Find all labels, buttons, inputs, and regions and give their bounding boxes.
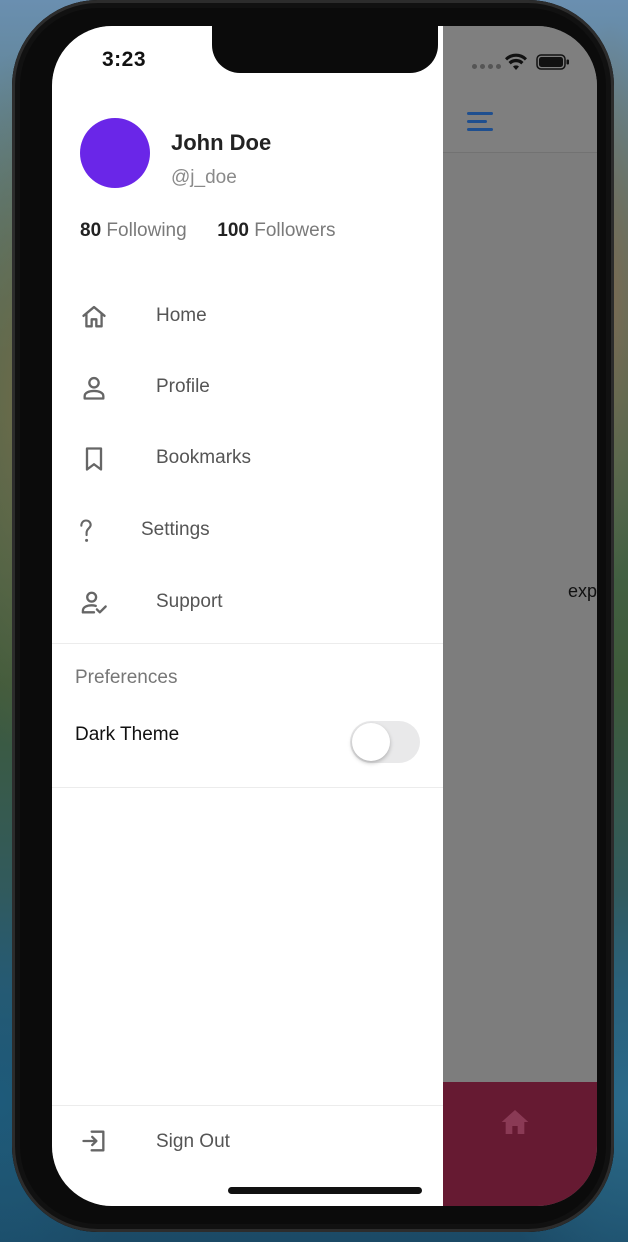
divider (52, 1105, 443, 1106)
bottom-tab-bar (443, 1082, 597, 1206)
dark-theme-toggle[interactable] (350, 721, 420, 763)
main-body-text: exp (568, 581, 597, 601)
drawer-item-label: Settings (141, 519, 210, 540)
wifi-icon (505, 53, 527, 70)
divider (52, 643, 443, 644)
person-icon (83, 376, 105, 400)
drawer-item-label: Profile (156, 376, 210, 397)
drawer-item-home[interactable]: Home (52, 291, 443, 341)
drawer-item-profile[interactable]: Profile (52, 362, 443, 412)
drawer-item-settings[interactable]: Settings (52, 505, 443, 555)
phone-screen: exp 3:23 John Doe @j_doe 80 Following 10… (52, 26, 597, 1206)
preferences-title: Preferences (75, 667, 178, 688)
exit-icon (82, 1130, 105, 1152)
bookmark-icon (85, 447, 103, 471)
home-indicator[interactable] (228, 1187, 422, 1194)
followers-count: 100 (217, 220, 249, 241)
drawer-item-support[interactable]: Support (52, 577, 443, 627)
drawer-item-label: Support (156, 591, 223, 612)
drawer-item-label: Home (156, 305, 207, 326)
dark-theme-row: Dark Theme (52, 718, 443, 768)
menu-hamburger-icon[interactable] (467, 112, 493, 132)
status-time: 3:23 (102, 48, 147, 71)
avatar[interactable] (80, 118, 150, 188)
divider (52, 787, 443, 788)
navigation-drawer: 3:23 John Doe @j_doe 80 Following 100 Fo… (52, 26, 443, 1206)
account-check-icon (81, 591, 107, 614)
dark-theme-label: Dark Theme (75, 724, 180, 745)
follow-stats: 80 Following 100 Followers (80, 220, 336, 242)
question-icon (80, 519, 92, 542)
tab-home-icon[interactable] (498, 1106, 532, 1138)
sign-out-button[interactable]: Sign Out (52, 1111, 443, 1171)
followers-label: Followers (254, 220, 336, 241)
toggle-knob (352, 723, 390, 761)
sign-out-label: Sign Out (156, 1131, 230, 1152)
phone-frame: exp 3:23 John Doe @j_doe 80 Following 10… (12, 0, 614, 1232)
drawer-item-bookmarks[interactable]: Bookmarks (52, 433, 443, 483)
main-header (443, 26, 597, 153)
following-count: 80 (80, 220, 102, 241)
following-label: Following (106, 220, 187, 241)
battery-icon (536, 54, 569, 70)
profile-name: John Doe (171, 130, 272, 155)
home-icon (82, 305, 106, 328)
drawer-item-label: Bookmarks (156, 447, 252, 468)
phone-notch (212, 26, 438, 73)
profile-handle: @j_doe (171, 167, 237, 188)
signal-dots-icon (472, 64, 501, 70)
